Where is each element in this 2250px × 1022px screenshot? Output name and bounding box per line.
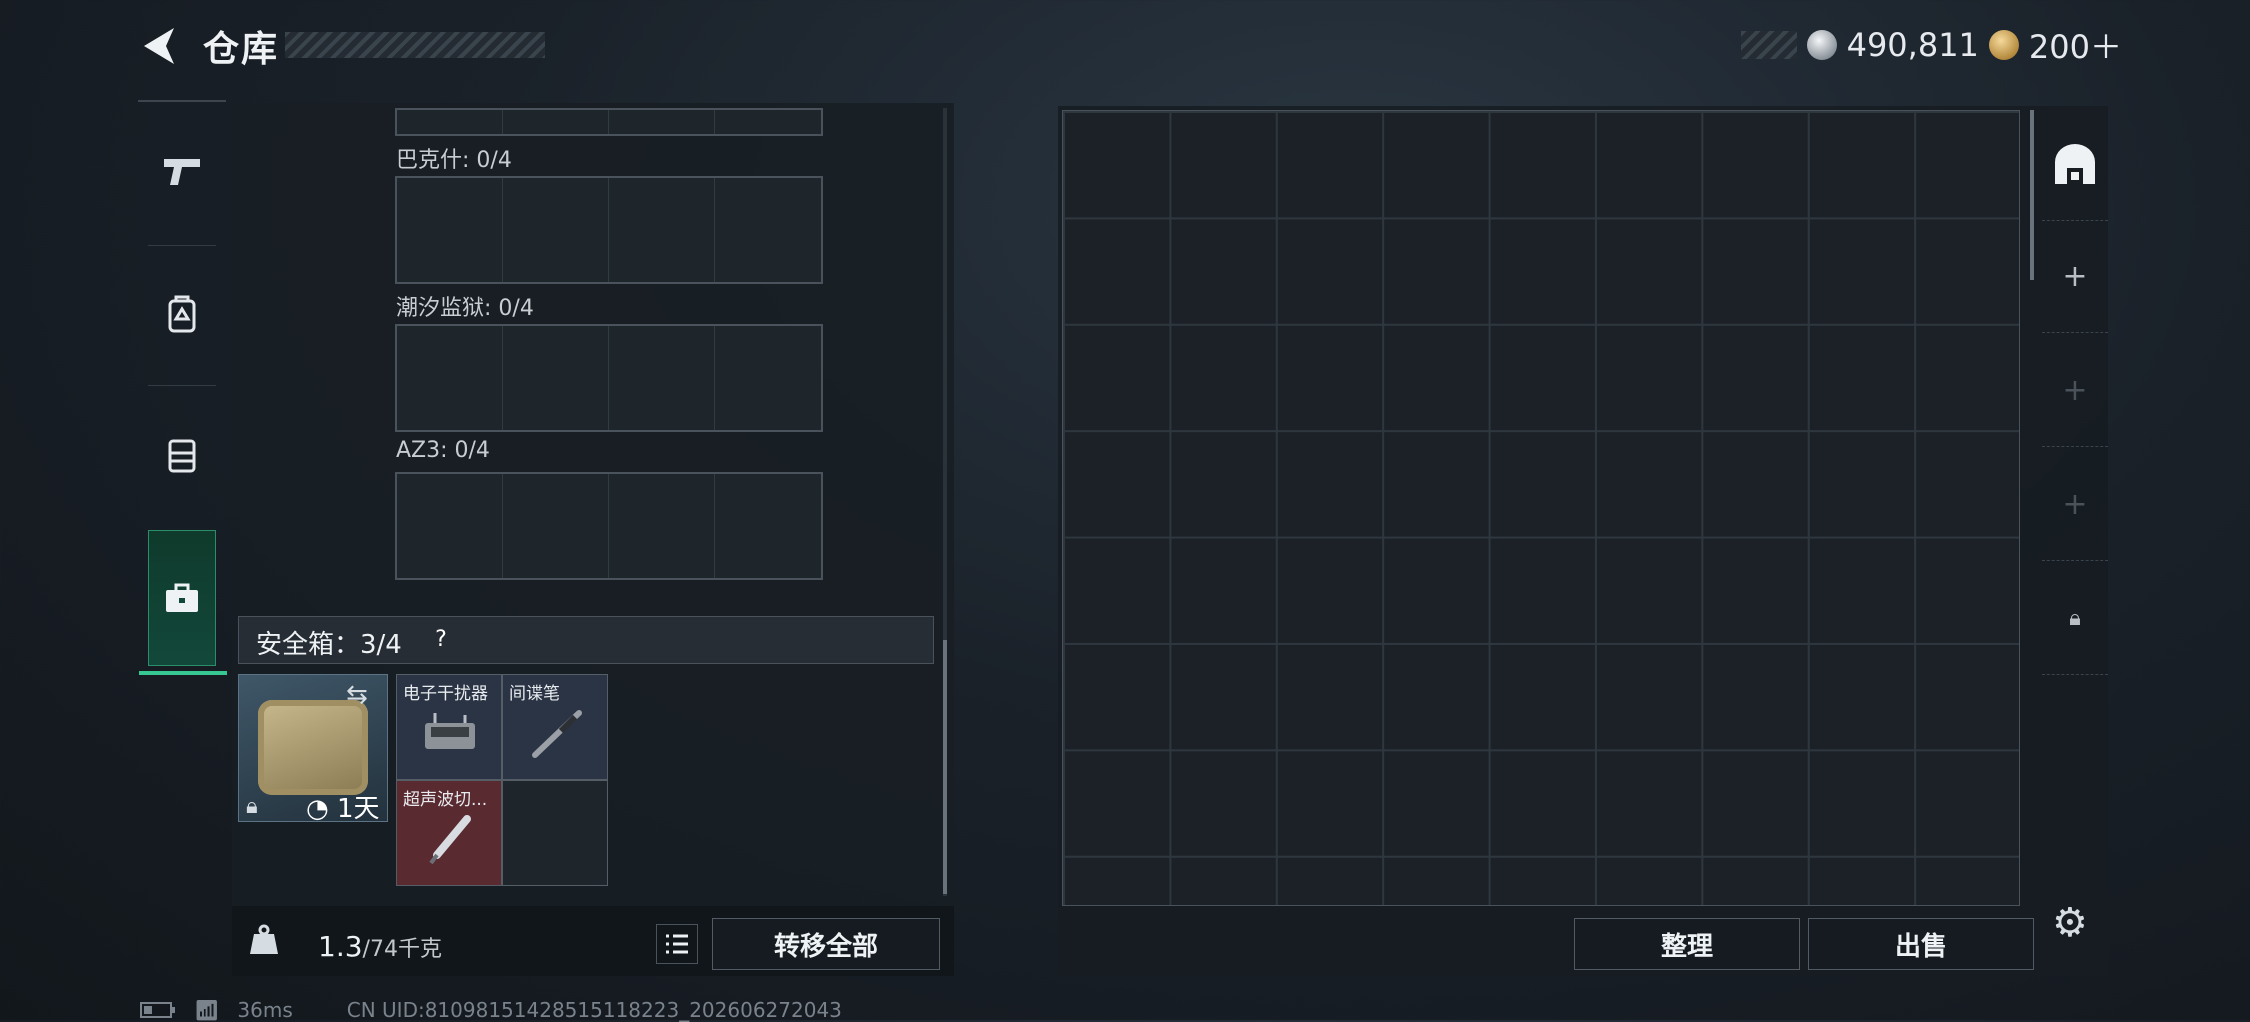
slot[interactable] xyxy=(503,178,609,282)
status-bar: 📶︎ 36ms CN UID:81098151428515118223_2026… xyxy=(140,998,842,1022)
silver-amount: 490,811 xyxy=(1846,26,1979,64)
slot[interactable] xyxy=(503,110,609,134)
slot[interactable] xyxy=(715,178,821,282)
category-tab-rail xyxy=(138,100,227,675)
currency-decoration xyxy=(1740,31,1797,59)
slot-row-tidal-prison xyxy=(395,324,823,432)
base-icon xyxy=(2055,144,2095,184)
ping-label: 36ms xyxy=(237,998,293,1022)
item-jammer[interactable]: 电子干扰器 xyxy=(396,674,502,780)
weight-label: 1.3/74千克 xyxy=(318,930,442,963)
warehouse-tab-add[interactable]: + xyxy=(2042,334,2108,447)
sort-button[interactable]: 整理 xyxy=(1574,918,1800,970)
warehouse-tab-locked[interactable]: 🔒︎ xyxy=(2042,562,2108,675)
jammer-image xyxy=(425,713,475,749)
slot-row-az3 xyxy=(395,472,823,580)
battery-icon xyxy=(140,1002,175,1018)
spy-pen-image xyxy=(532,710,582,758)
safe-box-label: 安全箱：3/4 xyxy=(256,630,402,660)
active-tab-indicator xyxy=(139,671,227,675)
uid-label: CN UID:81098151428515118223_202606272043 xyxy=(346,998,842,1022)
section-label: 巴克什: 0/4 xyxy=(396,148,512,173)
gold-coin-icon[interactable] xyxy=(1988,30,2019,60)
list-icon xyxy=(666,934,688,954)
slot[interactable] xyxy=(715,474,821,578)
silver-coin-icon xyxy=(1806,30,1837,60)
back-arrow-icon[interactable] xyxy=(138,24,178,68)
scrollbar-thumb[interactable] xyxy=(943,640,947,894)
slot-row-bakhsh xyxy=(395,176,823,284)
sell-button[interactable]: 出售 xyxy=(1808,918,2034,970)
tab-safe-box[interactable] xyxy=(139,530,227,675)
slot[interactable] xyxy=(715,326,821,430)
plus-icon: + xyxy=(2062,372,2088,408)
item-ultrasonic-cutter[interactable]: 超声波切... xyxy=(396,780,502,886)
warehouse-tab-add[interactable]: + xyxy=(2042,448,2108,561)
warehouse-scrollbar[interactable] xyxy=(2030,110,2034,280)
slot[interactable] xyxy=(715,110,821,134)
weight-value: 1.3 xyxy=(318,930,363,963)
slot[interactable] xyxy=(609,110,715,134)
tab-backpack[interactable] xyxy=(138,246,226,384)
page-title: 仓库 xyxy=(203,29,280,70)
slot[interactable] xyxy=(503,326,609,430)
section-label: AZ3: 0/4 xyxy=(396,438,490,463)
warehouse-grid[interactable] xyxy=(1062,110,2020,906)
slot[interactable] xyxy=(609,326,715,430)
transfer-all-button[interactable]: 转移全部 xyxy=(712,918,940,970)
slot[interactable] xyxy=(397,474,503,578)
chest-rig-icon xyxy=(168,439,196,473)
item-name: 电子干扰器 xyxy=(403,684,488,704)
pistol-icon xyxy=(164,159,200,185)
title-decoration xyxy=(285,32,545,58)
item-name: 超声波切... xyxy=(403,790,488,810)
warehouse-tab-main[interactable] xyxy=(2042,108,2108,221)
slot[interactable] xyxy=(609,474,715,578)
item-name: 间谍笔 xyxy=(509,684,560,704)
empty-slot[interactable] xyxy=(502,780,608,886)
lock-icon: 🔒︎ xyxy=(2069,605,2081,631)
slot[interactable] xyxy=(397,110,503,134)
duration-value: 1天 xyxy=(336,794,380,824)
safe-box-image xyxy=(258,700,368,795)
tab-chest-rig[interactable] xyxy=(138,386,226,524)
plus-icon: + xyxy=(2062,258,2088,294)
section-label: 潮汐监狱: 0/4 xyxy=(396,296,534,321)
wifi-icon: 📶︎ xyxy=(194,998,220,1022)
slot[interactable] xyxy=(609,178,715,282)
cutter-image xyxy=(429,815,471,865)
currency-bar: 490,811 200＋ xyxy=(1740,26,2122,66)
gear-icon[interactable]: ⚙ xyxy=(2052,900,2088,946)
slot[interactable] xyxy=(397,326,503,430)
slot-row-partial xyxy=(395,108,823,136)
slot[interactable] xyxy=(397,178,503,282)
backpack-icon xyxy=(168,295,196,333)
list-view-button[interactable] xyxy=(656,924,698,964)
weight-icon xyxy=(250,924,278,954)
tab-weapons[interactable] xyxy=(138,102,226,240)
warehouse-tab-add[interactable]: + xyxy=(2042,220,2108,333)
weight-unit: /74千克 xyxy=(362,937,442,962)
lock-icon: 🔒︎ xyxy=(246,794,258,819)
plus-icon: + xyxy=(2062,486,2088,522)
item-spy-pen[interactable]: 间谍笔 xyxy=(502,674,608,780)
help-icon[interactable]: ? xyxy=(424,624,458,654)
briefcase-icon xyxy=(166,583,198,612)
duration-label: ◔ 1天 xyxy=(306,794,380,824)
slot[interactable] xyxy=(503,474,609,578)
gold-amount[interactable]: 200＋ xyxy=(2029,22,2122,68)
swap-icon[interactable]: ⇆ xyxy=(346,680,368,710)
